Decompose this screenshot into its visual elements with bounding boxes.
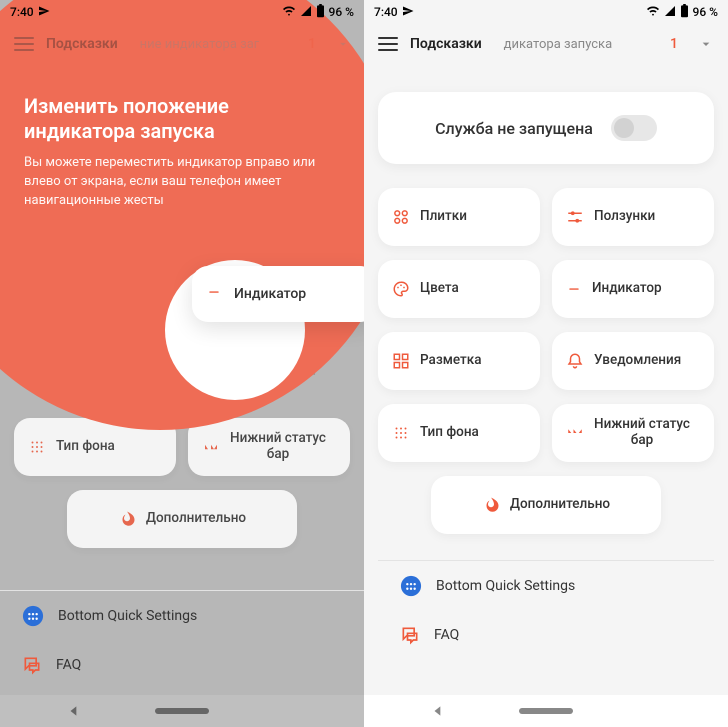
tile-more-label: Дополнительно (510, 497, 610, 513)
home-pill[interactable] (155, 708, 209, 714)
back-button[interactable] (431, 704, 445, 718)
footer-item-faq[interactable]: FAQ (378, 611, 714, 659)
send-icon (38, 5, 50, 20)
grid-dots-icon (28, 438, 46, 456)
screen-subtitle: дикатора запуска (504, 37, 613, 52)
screen-subtitle: ние индикатора заг (140, 37, 260, 52)
chevron-down-icon[interactable] (336, 37, 350, 51)
grid-dots-icon (392, 424, 410, 442)
status-bar: 7:40 96 % (0, 0, 364, 24)
tile-notifications-label: Уведомления (594, 353, 681, 369)
count-badge: 1 (670, 36, 678, 52)
count-badge: 1 (308, 36, 316, 52)
bars-down-icon (202, 440, 220, 454)
tile-colors[interactable]: Цвета (378, 260, 540, 318)
highlighted-indicator-tile[interactable]: Индикатор (192, 266, 364, 322)
layout-icon (392, 352, 410, 370)
coach-body: Вы можете переместить индикатор вправо и… (24, 154, 324, 211)
minus-icon (566, 281, 582, 297)
tile-more-label: Дополнительно (146, 511, 246, 527)
service-status-card[interactable]: Служба не запущена (378, 92, 714, 164)
footer-bqs-label: Bottom Quick Settings (436, 578, 575, 594)
footer-item-bqs[interactable]: Bottom Quick Settings (0, 591, 364, 641)
palette-icon (392, 280, 410, 298)
tile-bottom-status[interactable]: Нижний статусбар (552, 404, 714, 462)
tile-bottom-status[interactable]: Нижний статусбар (188, 418, 350, 476)
tile-bgtype-label: Тип фона (56, 439, 115, 455)
tile-indicator-label: Индикатор (234, 286, 306, 302)
battery-icon (680, 4, 689, 21)
chevron-down-icon[interactable] (698, 36, 714, 52)
left-screenshot: 7:40 96 % Подск (0, 0, 364, 727)
status-time: 7:40 (374, 5, 398, 19)
screen-title: Подсказки (46, 36, 118, 52)
wifi-icon (646, 5, 660, 20)
battery-icon (316, 4, 325, 21)
bell-icon (566, 352, 584, 370)
coach-overlay[interactable] (0, 0, 364, 430)
tile-tiles[interactable]: Плитки (378, 188, 540, 246)
service-status-text: Служба не запущена (435, 119, 593, 138)
tile-more[interactable]: Дополнительно (67, 490, 297, 548)
nav-bar (364, 695, 728, 727)
flame-icon (118, 510, 136, 528)
send-icon (402, 5, 414, 20)
home-pill[interactable] (519, 708, 573, 714)
menu-icon[interactable] (378, 37, 398, 51)
signal-icon (300, 5, 312, 20)
back-button[interactable] (67, 704, 81, 718)
tile-bgtype-label: Тип фона (420, 425, 479, 441)
tile-indicator[interactable]: Индикатор (552, 260, 714, 318)
tile-tiles-label: Плитки (420, 209, 467, 225)
status-battery-pct: 96 % (693, 5, 718, 19)
tile-indicator-label: Индикатор (592, 281, 662, 297)
menu-icon[interactable] (14, 37, 34, 51)
right-screenshot: 7:40 96 % Подсказки дикат (364, 0, 728, 727)
tile-layout-label: Разметка (420, 353, 481, 369)
status-bar: 7:40 96 % (364, 0, 728, 24)
tile-bgtype[interactable]: Тип фона (378, 404, 540, 462)
service-toggle[interactable] (611, 115, 657, 141)
footer-faq-label: FAQ (434, 627, 459, 643)
chat-icon (400, 625, 420, 645)
app-icon (400, 575, 422, 597)
tile-notifications[interactable]: Уведомления (552, 332, 714, 390)
nav-bar (0, 695, 364, 727)
tile-more[interactable]: Дополнительно (431, 476, 661, 534)
screen-title: Подсказки (410, 36, 482, 52)
tile-colors-label: Цвета (420, 281, 459, 297)
footer-faq-label: FAQ (56, 657, 81, 673)
tile-layout[interactable]: Разметка (378, 332, 540, 390)
signal-icon (664, 5, 676, 20)
chat-icon (22, 655, 42, 675)
bars-down-icon (566, 426, 584, 440)
app-icon (22, 605, 44, 627)
footer-bqs-label: Bottom Quick Settings (58, 608, 197, 624)
minus-icon (206, 284, 222, 304)
flame-icon (482, 496, 500, 514)
circles-grid-icon (392, 208, 410, 226)
tile-bottom-status-label: Нижний статусбар (230, 431, 326, 462)
status-time: 7:40 (10, 5, 34, 19)
tile-sliders[interactable]: Ползунки (552, 188, 714, 246)
tile-bottom-status-label: Нижний статусбар (594, 417, 690, 448)
sliders-icon (566, 208, 584, 226)
footer-item-bqs[interactable]: Bottom Quick Settings (378, 561, 714, 611)
footer-item-faq[interactable]: FAQ (0, 641, 364, 689)
wifi-icon (282, 5, 296, 20)
status-battery-pct: 96 % (329, 5, 354, 19)
coach-title: Изменить положениеиндикатора запуска (24, 94, 324, 144)
tile-sliders-label: Ползунки (594, 209, 655, 225)
